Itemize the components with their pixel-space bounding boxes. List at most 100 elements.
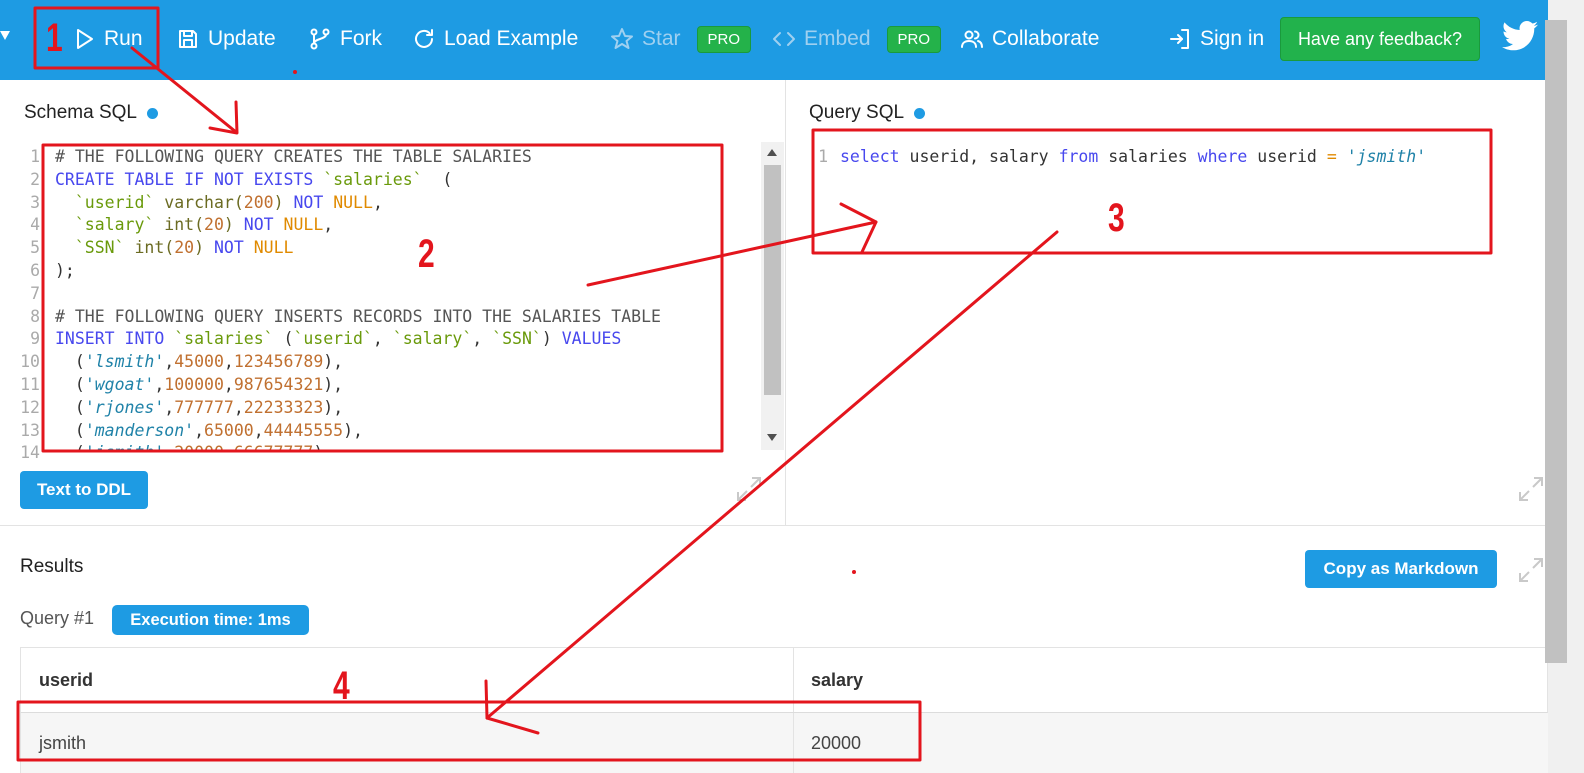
step-number: 4	[333, 664, 350, 708]
code-token: `userid`	[74, 192, 155, 212]
schema-scrollbar[interactable]	[761, 142, 784, 450]
pro-badge: PRO	[696, 25, 752, 53]
table-row[interactable]: jsmith 20000	[20, 713, 1548, 773]
scroll-thumb[interactable]	[764, 165, 781, 395]
scroll-down-icon[interactable]	[767, 434, 777, 441]
star-icon	[611, 28, 633, 49]
code-line: ('jsmith',20000,66677777),	[55, 442, 661, 450]
annotation-dot	[852, 570, 856, 574]
expand-icon[interactable]	[1516, 474, 1546, 504]
code-token: (	[273, 329, 294, 349]
play-icon	[77, 29, 93, 49]
scroll-up-icon[interactable]	[767, 149, 777, 156]
code-token: 'wgoat'	[84, 374, 155, 394]
code-token: 987654321	[233, 374, 324, 394]
pane-divider[interactable]	[785, 80, 786, 525]
load-example-button[interactable]: Load Example	[412, 0, 578, 78]
schema-code[interactable]: # THE FOLLOWING QUERY CREATES THE TABLE …	[55, 146, 661, 450]
code-token: from	[1058, 147, 1099, 166]
code-token: ),	[313, 443, 333, 450]
code-line: );	[55, 260, 661, 283]
code-token: INSERT INTO	[55, 329, 175, 349]
embed-button[interactable]: Embed PRO	[772, 0, 942, 78]
query-number-label: Query #1	[20, 608, 95, 628]
refresh-icon	[415, 29, 433, 48]
pro-badge: PRO	[886, 25, 942, 53]
copy-as-markdown-button[interactable]: Copy as Markdown	[1305, 550, 1497, 588]
update-button[interactable]: Update	[176, 0, 276, 78]
code-line: INSERT INTO `salaries` (`userid`, `salar…	[55, 328, 661, 351]
star-button[interactable]: Star PRO	[610, 0, 752, 78]
code-token: )	[194, 238, 205, 258]
code-line: `userid` varchar(200) NOT NULL,	[55, 192, 661, 215]
code-token: userid	[1247, 147, 1327, 166]
text-to-ddl-button[interactable]: Text to DDL	[20, 471, 148, 509]
code-token: NULL	[333, 192, 373, 212]
code-line: `SSN` int(20) NOT NULL	[55, 237, 661, 260]
code-token: `SSN`	[74, 238, 125, 258]
code-token: 777777	[174, 397, 234, 417]
cell-salary: 20000	[811, 733, 862, 753]
twitter-icon[interactable]	[1502, 20, 1538, 52]
code-token: ,	[323, 215, 334, 235]
code-token: ,	[233, 397, 244, 417]
sign-in-button[interactable]: Sign in	[1168, 0, 1264, 78]
code-line: ('wgoat',100000,987654321),	[55, 374, 661, 397]
code-token: ,	[164, 352, 175, 372]
code-token: )	[273, 192, 284, 212]
collaborate-button[interactable]: Collaborate	[960, 0, 1099, 78]
code-token: ,	[224, 443, 234, 450]
code-token: 'jsmith'	[85, 443, 164, 450]
code-line: # THE FOLLOWING QUERY CREATES THE TABLE …	[55, 146, 661, 169]
code-line: ('rjones',777777,22233323),	[55, 397, 661, 420]
run-button[interactable]: Run	[72, 0, 143, 78]
code-token: (	[55, 397, 85, 417]
code-token: ,	[164, 443, 174, 450]
results-table: userid salary jsmith 20000	[20, 647, 1548, 773]
results-divider[interactable]	[0, 525, 1548, 526]
schema-editor[interactable]: # THE FOLLOWING QUERY CREATES THE TABLE …	[20, 145, 760, 450]
column-header-userid[interactable]: userid	[39, 670, 93, 691]
code-token: userid, salary	[899, 147, 1059, 166]
annotation-arrowhead	[208, 100, 239, 135]
expand-icon[interactable]	[734, 474, 764, 504]
code-token: (	[55, 374, 85, 394]
query-editor[interactable]: select userid, salary from salaries wher…	[840, 146, 1426, 169]
code-token: (	[55, 443, 85, 450]
code-token: 45000	[174, 352, 224, 372]
code-token: 'manderson'	[84, 420, 195, 440]
star-label: Star	[642, 27, 681, 50]
code-token: `salaries`	[174, 329, 274, 349]
code-token: 'rjones'	[84, 397, 165, 417]
page-scroll-thumb[interactable]	[1545, 20, 1567, 663]
code-token: int(	[154, 215, 205, 235]
code-token: 22233323	[243, 397, 324, 417]
code-line: CREATE TABLE IF NOT EXISTS `salaries` (	[55, 169, 661, 192]
code-token: NULL	[253, 238, 294, 258]
schema-title-text: Schema SQL	[24, 102, 137, 123]
code-token: )	[541, 329, 562, 349]
code-icon	[773, 32, 795, 46]
code-token: `SSN`	[492, 329, 542, 349]
code-token: `salaries`	[323, 169, 423, 189]
code-token: 44445555	[263, 420, 344, 440]
results-title: Results	[20, 556, 84, 577]
top-navbar: Run Update Fork Load Example Star PRO Em…	[0, 0, 1548, 80]
fork-button[interactable]: Fork	[308, 0, 382, 78]
code-token: select	[840, 147, 900, 166]
menu-caret-icon[interactable]	[0, 31, 10, 40]
column-header-salary[interactable]: salary	[811, 670, 863, 691]
code-token: ),	[323, 374, 344, 394]
code-line: `salary` int(20) NOT NULL,	[55, 214, 661, 237]
schema-sql-title: Schema SQL	[24, 102, 158, 124]
code-token: ,	[372, 329, 393, 349]
code-line: # THE FOLLOWING QUERY INSERTS RECORDS IN…	[55, 306, 661, 329]
feedback-button[interactable]: Have any feedback?	[1280, 17, 1480, 61]
code-token: 65000	[204, 420, 254, 440]
expand-icon[interactable]	[1516, 555, 1546, 585]
code-token: (	[422, 169, 453, 189]
